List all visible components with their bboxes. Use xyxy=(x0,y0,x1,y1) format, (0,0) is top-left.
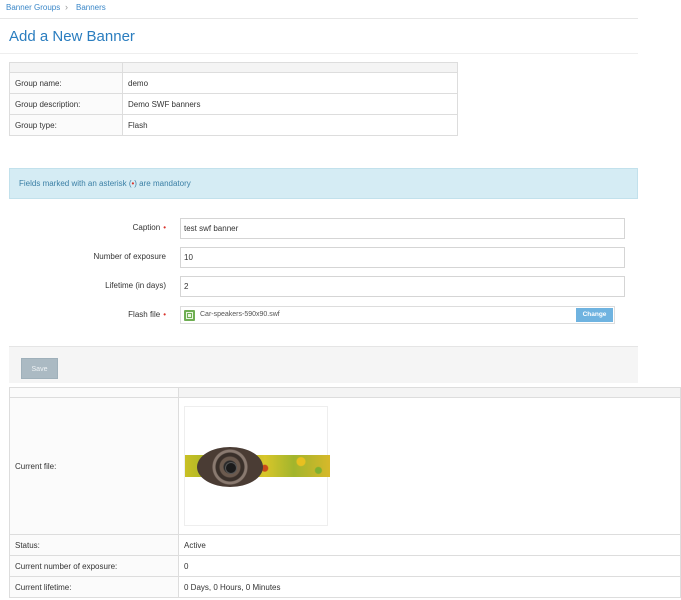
current-lifetime-label: Current lifetime: xyxy=(9,576,179,598)
flash-file-required-mark: • xyxy=(163,310,166,319)
exposure-label: Number of exposure xyxy=(93,252,166,261)
caption-label: Caption • xyxy=(133,223,166,232)
group-info-header xyxy=(9,62,458,73)
current-file-label: Current file: xyxy=(9,397,179,535)
exposure-row: Number of exposure xyxy=(0,247,638,269)
details-row: Current lifetime: 0 Days, 0 Hours, 0 Min… xyxy=(9,576,681,598)
save-button[interactable]: Save xyxy=(21,358,58,379)
caption-row: Caption • xyxy=(0,218,638,240)
speaker-image xyxy=(197,447,263,487)
film-icon xyxy=(184,310,195,321)
page-title: Add a New Banner xyxy=(9,28,135,45)
breadcrumb-separator-icon: › xyxy=(65,2,68,12)
lifetime-row: Lifetime (in days) xyxy=(0,276,638,298)
flash-file-label-text: Flash file xyxy=(128,310,161,319)
lifetime-label: Lifetime (in days) xyxy=(105,281,166,290)
flash-file-row: Flash file • Car-speakers-590x90.swf Chan… xyxy=(0,306,638,328)
caption-label-text: Caption xyxy=(132,223,161,232)
group-info-row: Group description: Demo SWF banners xyxy=(9,93,458,115)
change-file-button[interactable]: Change xyxy=(576,308,613,322)
breadcrumb: Banner Groups › Banners xyxy=(0,0,638,19)
current-exposure-label: Current number of exposure: xyxy=(9,555,179,577)
lifetime-input[interactable] xyxy=(180,276,625,297)
flash-file-input[interactable]: Car-speakers-590x90.swf Change xyxy=(180,306,615,324)
group-info-row: Group type: Flash xyxy=(9,114,458,136)
group-info-table: Group name: demo Group description: Demo… xyxy=(9,62,458,136)
group-description-value: Demo SWF banners xyxy=(122,93,458,115)
group-name-value: demo xyxy=(122,72,458,94)
form-actions: Save xyxy=(9,346,638,383)
breadcrumb-banner-groups[interactable]: Banner Groups xyxy=(6,3,60,12)
group-type-value: Flash xyxy=(122,114,458,136)
details-row: Status: Active xyxy=(9,534,681,556)
mandatory-fields-notice: Fields marked with an asterisk (•) are m… xyxy=(9,168,638,199)
flash-file-name: Car-speakers-590x90.swf xyxy=(200,311,280,318)
notice-text-after: ) are mandatory xyxy=(134,179,191,188)
caption-input[interactable] xyxy=(180,218,625,239)
banner-details-table: Current file: Status: Active Current num… xyxy=(9,387,681,598)
title-divider xyxy=(0,53,638,54)
breadcrumb-banners[interactable]: Banners xyxy=(76,3,106,12)
caption-required-mark: • xyxy=(163,223,166,232)
group-name-label: Group name: xyxy=(9,72,123,94)
current-exposure-value: 0 xyxy=(178,555,681,577)
details-row: Current file: xyxy=(9,397,681,535)
notice-text-before: Fields marked with an asterisk ( xyxy=(19,179,132,188)
current-file-cell xyxy=(178,397,681,535)
group-type-label: Group type: xyxy=(9,114,123,136)
group-description-label: Group description: xyxy=(9,93,123,115)
current-lifetime-value: 0 Days, 0 Hours, 0 Minutes xyxy=(178,576,681,598)
exposure-input[interactable] xyxy=(180,247,625,268)
status-label: Status: xyxy=(9,534,179,556)
details-row: Current number of exposure: 0 xyxy=(9,555,681,577)
group-info-row: Group name: demo xyxy=(9,72,458,94)
flash-file-label: Flash file • xyxy=(128,310,166,319)
status-value: Active xyxy=(178,534,681,556)
banner-preview xyxy=(184,406,330,526)
details-header xyxy=(9,387,681,398)
